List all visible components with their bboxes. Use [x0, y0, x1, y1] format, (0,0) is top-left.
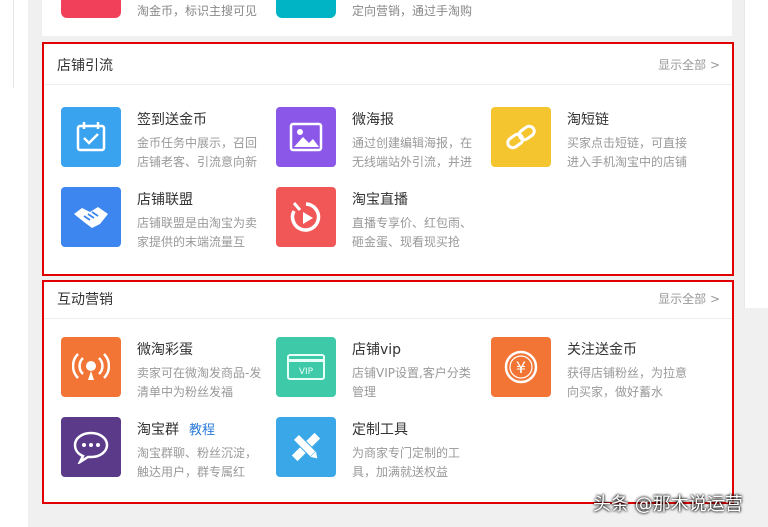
top-item-desc: 定向营销，通过手淘购: [352, 4, 473, 18]
top-item-desc: 淘金币，标识主搜可见: [137, 4, 258, 18]
watermark: 头条 @那木说运营: [593, 494, 743, 515]
tool-name: 淘宝群 教程: [137, 419, 215, 439]
tool-desc: 淘宝群聊、粉丝沉淀，触达用户，群专属红: [137, 446, 258, 479]
tool-item-taobao-group[interactable]: 淘宝群 教程 淘宝群聊、粉丝沉淀，触达用户，群专属红: [61, 417, 271, 481]
chat-bubble-icon: [61, 417, 121, 477]
yen-coin-icon: ¥: [491, 337, 551, 397]
section-title: 互动营销: [57, 292, 113, 308]
tool-desc: 店铺VIP设置,客户分类管理: [352, 366, 471, 399]
section-header: 店铺引流 显示全部 >: [44, 44, 732, 85]
tool-name: 微淘彩蛋: [137, 342, 193, 358]
tool-name: 店铺vip: [352, 342, 402, 358]
store-traffic-section: 店铺引流 显示全部 > 签到送金币 金币任务中展示，召回店铺老客、引流意向新 微…: [42, 42, 734, 276]
tool-name: 店铺联盟: [137, 192, 193, 208]
ruler-pencil-icon: [276, 417, 336, 477]
gold-coin-tool-icon[interactable]: [61, 0, 121, 18]
broadcast-icon: [61, 337, 121, 397]
vip-card-icon: VIP: [276, 337, 336, 397]
section-header: 互动营销 显示全部 >: [44, 282, 732, 319]
tool-name: 关注送金币: [567, 342, 637, 358]
tool-name: 淘宝直播: [352, 192, 408, 208]
tool-item-custom-tools[interactable]: 定制工具 为商家专门定制的工具，加满就送权益: [276, 417, 486, 481]
targeted-marketing-tool-icon[interactable]: [276, 0, 336, 18]
handshake-icon: [61, 187, 121, 247]
svg-text:¥: ¥: [516, 358, 526, 377]
tool-desc: 店铺联盟是由淘宝为卖家提供的末端流量互: [137, 216, 258, 249]
picture-icon: [276, 107, 336, 167]
tool-desc: 为商家专门定制的工具，加满就送权益: [352, 446, 461, 479]
show-all-link[interactable]: 显示全部 >: [658, 56, 720, 73]
calendar-check-icon: [61, 107, 121, 167]
tool-item-short-link[interactable]: 淘短链 买家点击短链，可直接进入手机淘宝中的店铺: [491, 107, 701, 171]
tool-item-weitao-egg[interactable]: 微淘彩蛋 卖家可在微淘发商品-发清单中为粉丝发福: [61, 337, 271, 401]
tool-name: 淘短链: [567, 112, 609, 128]
tool-item-store-alliance[interactable]: 店铺联盟 店铺联盟是由淘宝为卖家提供的末端流量互: [61, 187, 271, 251]
right-panel: [744, 0, 768, 308]
tool-desc: 通过创建编辑海报，在无线端站外引流，并进: [352, 136, 473, 169]
tool-item-store-vip[interactable]: VIP 店铺vip 店铺VIP设置,客户分类管理: [276, 337, 486, 401]
tool-desc: 买家点击短链，可直接进入手机淘宝中的店铺: [567, 136, 688, 169]
tool-name: 定制工具: [352, 422, 408, 438]
tool-name: 微海报: [352, 112, 394, 128]
tool-desc: 卖家可在微淘发商品-发清单中为粉丝发福: [137, 366, 262, 399]
show-all-link[interactable]: 显示全部 >: [658, 290, 720, 307]
svg-text:VIP: VIP: [299, 367, 314, 377]
interactive-marketing-section: 互动营销 显示全部 > 微淘彩蛋 卖家可在微淘发商品-发清单中为粉丝发福 VIP…: [42, 280, 734, 504]
tool-name: 签到送金币: [137, 112, 207, 128]
tool-name-text: 淘宝群: [137, 422, 179, 438]
live-play-icon: [276, 187, 336, 247]
tool-item-follow-coins[interactable]: ¥ 关注送金币 获得店铺粉丝，为拉意向买家，做好蓄水: [491, 337, 701, 401]
tutorial-link[interactable]: 教程: [189, 423, 215, 438]
tool-desc: 获得店铺粉丝，为拉意向买家，做好蓄水: [567, 366, 688, 399]
section-title: 店铺引流: [57, 58, 113, 74]
left-sidebar-strip: [0, 0, 28, 527]
tool-item-taobao-live[interactable]: 淘宝直播 直播专享价、红包雨、砸金蛋、现看现买抢: [276, 187, 486, 251]
tool-desc: 金币任务中展示，召回店铺老客、引流意向新: [137, 136, 258, 169]
tool-item-sign-in-coins[interactable]: 签到送金币 金币任务中展示，召回店铺老客、引流意向新: [61, 107, 271, 171]
link-icon: [491, 107, 551, 167]
top-tools-card: 淘金币，标识主搜可见 定向营销，通过手淘购: [42, 0, 732, 36]
tool-desc: 直播专享价、红包雨、砸金蛋、现看现买抢: [352, 216, 473, 249]
tool-item-micro-poster[interactable]: 微海报 通过创建编辑海报，在无线端站外引流，并进: [276, 107, 486, 171]
